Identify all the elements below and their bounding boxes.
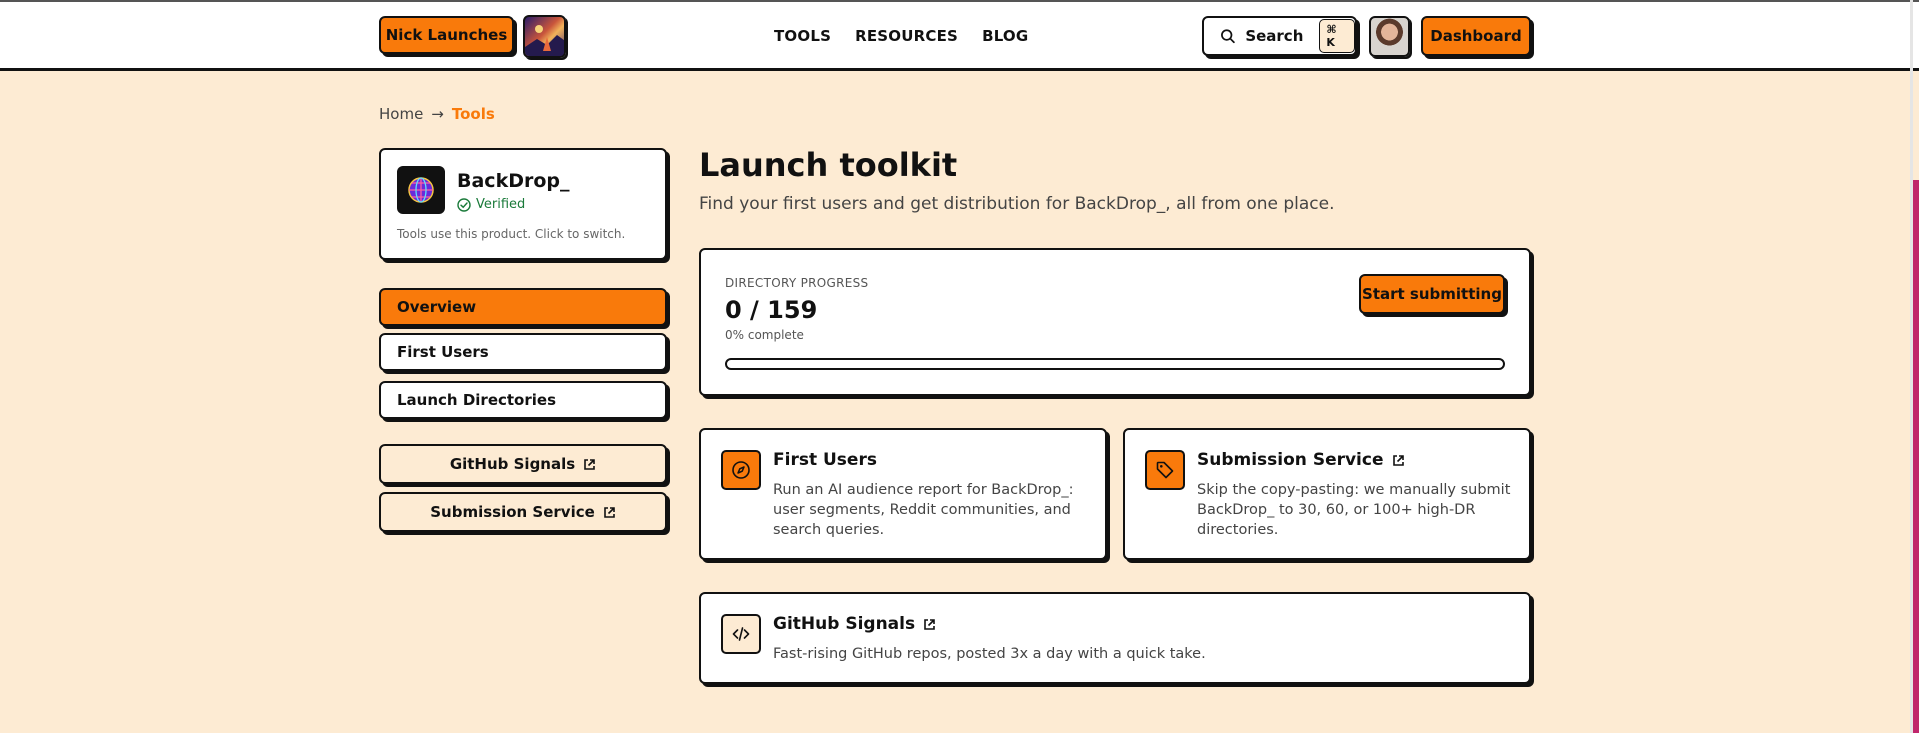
breadcrumb-separator: →	[431, 105, 444, 123]
tool-description: Run an AI audience report for BackDrop_:…	[773, 482, 1074, 538]
progress-label: DIRECTORY PROGRESS	[725, 276, 869, 290]
user-avatar[interactable]	[1369, 16, 1410, 57]
nav-resources[interactable]: RESOURCES	[855, 27, 958, 45]
brand-button[interactable]: Nick Launches	[379, 16, 514, 54]
dashboard-button[interactable]: Dashboard	[1421, 16, 1531, 56]
sidebar-link-submission-service[interactable]: Submission Service	[379, 492, 667, 532]
breadcrumb: Home → Tools	[379, 105, 495, 123]
nav-tools[interactable]: TOOLS	[774, 27, 831, 45]
verified-badge: Verified	[457, 197, 525, 212]
page-subtitle: Find your first users and get distributi…	[699, 194, 1335, 214]
tool-title: First Users	[773, 450, 877, 470]
breadcrumb-home[interactable]: Home	[379, 105, 423, 123]
external-link-icon	[1392, 454, 1404, 466]
search-label: Search	[1245, 27, 1304, 45]
sidebar-link-label: GitHub Signals	[449, 455, 576, 473]
tool-title-text: Submission Service	[1197, 450, 1384, 470]
main-nav: TOOLS RESOURCES BLOG	[774, 27, 1028, 45]
code-icon	[721, 614, 761, 654]
breadcrumb-current: Tools	[451, 105, 495, 123]
external-link-icon	[924, 618, 935, 630]
external-link-icon	[603, 506, 615, 518]
verified-label: Verified	[476, 197, 526, 212]
product-name: BackDrop_	[457, 170, 570, 192]
external-link-icon	[584, 458, 595, 470]
product-switcher-card[interactable]: BackDrop_ Verified Tools use this produc…	[379, 148, 667, 260]
nav-blog[interactable]: BLOG	[982, 27, 1028, 45]
search-icon	[1221, 29, 1235, 44]
scrollbar-thumb[interactable]	[1913, 180, 1919, 733]
tool-description: Skip the copy-pasting: we manually submi…	[1197, 482, 1511, 538]
tool-title: GitHub Signals	[773, 614, 936, 634]
product-logo	[397, 166, 445, 214]
tool-title-text: GitHub Signals	[773, 614, 916, 634]
progress-percent: 0% complete	[725, 328, 804, 342]
start-submitting-button[interactable]: Start submitting	[1359, 274, 1505, 314]
tag-icon	[1145, 450, 1185, 490]
sidebar-item-overview[interactable]: Overview	[379, 288, 667, 326]
page-title: Launch toolkit	[699, 146, 958, 184]
progress-count: 0 / 159	[725, 296, 818, 324]
tool-card-github-signals[interactable]: GitHub Signals Fast-rising GitHub repos,…	[699, 592, 1531, 684]
sidebar-link-label: Submission Service	[430, 503, 595, 521]
tool-card-submission-service[interactable]: Submission Service Skip the copy-pasting…	[1123, 428, 1531, 560]
brand-logo-image[interactable]	[523, 15, 566, 58]
product-hint: Tools use this product. Click to switch.	[397, 227, 626, 241]
tool-description: Fast-rising GitHub repos, posted 3x a da…	[773, 646, 1206, 662]
tool-card-first-users[interactable]: First Users Run an AI audience report fo…	[699, 428, 1107, 560]
search-button[interactable]: Search ⌘ K	[1202, 16, 1357, 56]
sidebar-item-first-users[interactable]: First Users	[379, 333, 667, 371]
tool-title: Submission Service	[1197, 450, 1405, 470]
check-circle-icon	[457, 197, 471, 212]
search-shortcut-badge: ⌘ K	[1319, 19, 1355, 53]
sidebar-item-launch-directories[interactable]: Launch Directories	[379, 381, 667, 419]
directory-progress-card: DIRECTORY PROGRESS 0 / 159 0% complete S…	[699, 248, 1531, 396]
compass-icon	[721, 450, 761, 490]
progress-bar	[725, 358, 1505, 370]
tool-title-text: First Users	[773, 450, 877, 470]
sidebar-link-github-signals[interactable]: GitHub Signals	[379, 444, 667, 484]
top-navbar: Nick Launches TOOLS RESOURCES BLOG Searc…	[0, 0, 1919, 71]
